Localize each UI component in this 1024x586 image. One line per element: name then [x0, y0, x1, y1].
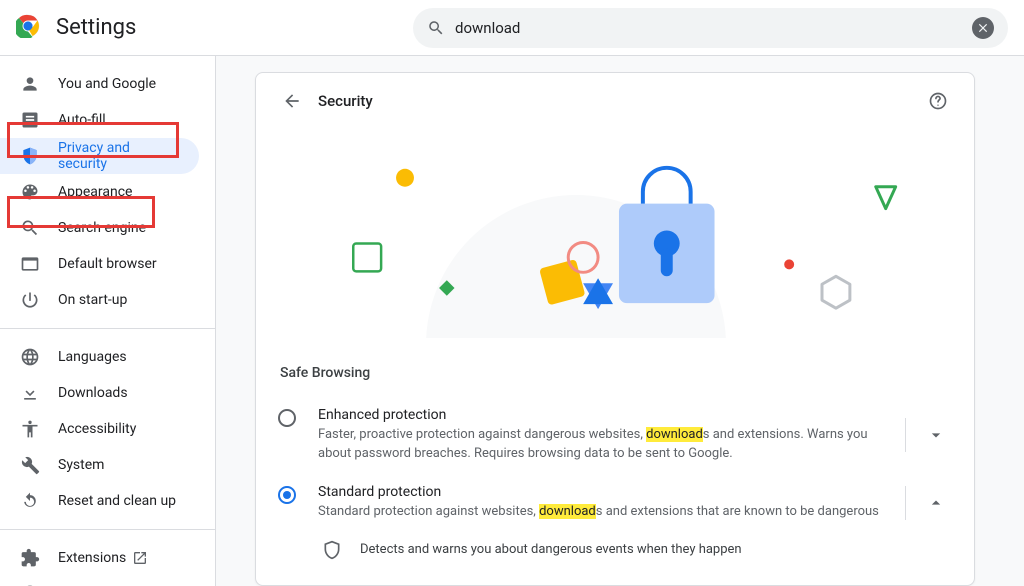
sidebar-item-about-chrome[interactable]: About Chrome	[0, 576, 199, 586]
accessibility-icon	[20, 419, 40, 439]
collapse-button[interactable]	[916, 493, 956, 513]
standard-subline: Detects and warns you about dangerous ev…	[256, 532, 974, 574]
sidebar-item-label: Accessibility	[58, 421, 136, 437]
reset-icon	[20, 491, 40, 511]
page-title: Security	[318, 92, 373, 110]
sidebar-item-label: You and Google	[58, 76, 156, 92]
wrench-icon	[20, 455, 40, 475]
sidebar-item-privacy-security[interactable]: Privacy and security	[0, 138, 199, 174]
shield-outline-icon	[322, 540, 342, 560]
sidebar-item-extensions[interactable]: Extensions	[0, 540, 199, 576]
sidebar-item-label: Extensions	[58, 550, 126, 566]
section-label-safe-browsing: Safe Browsing	[256, 339, 974, 397]
sidebar-item-label: Reset and clean up	[58, 493, 176, 509]
search-icon	[427, 19, 445, 37]
sidebar-item-accessibility[interactable]: Accessibility	[0, 411, 199, 447]
sidebar-item-autofill[interactable]: Auto-fill	[0, 102, 199, 138]
sidebar-item-on-startup[interactable]: On start-up	[0, 282, 199, 318]
sidebar-item-label: Downloads	[58, 385, 128, 401]
search-icon	[20, 218, 40, 238]
extension-icon	[20, 548, 40, 568]
person-icon	[20, 74, 40, 94]
palette-icon	[20, 182, 40, 202]
security-illustration	[256, 129, 974, 339]
option-description: Standard protection against websites, do…	[318, 503, 897, 522]
chrome-logo-icon	[16, 14, 40, 42]
sidebar-item-label: Default browser	[58, 256, 157, 272]
external-link-icon	[132, 550, 148, 566]
autofill-icon	[20, 110, 40, 130]
download-icon	[20, 383, 40, 403]
sidebar-divider	[0, 529, 215, 530]
sidebar-item-languages[interactable]: Languages	[0, 339, 199, 375]
settings-title: Settings	[56, 15, 136, 40]
sidebar-item-label: Languages	[58, 349, 127, 365]
globe-icon	[20, 347, 40, 367]
option-title: Standard protection	[318, 484, 897, 500]
sidebar-item-label: On start-up	[58, 292, 127, 308]
radio-enhanced[interactable]	[278, 409, 296, 427]
sidebar-item-search-engine[interactable]: Search engine	[0, 210, 199, 246]
search-bar[interactable]	[413, 8, 1008, 48]
option-enhanced-protection[interactable]: Enhanced protection Faster, proactive pr…	[256, 397, 974, 474]
sidebar-item-label: System	[58, 457, 104, 473]
sidebar-item-label: Search engine	[58, 220, 146, 236]
back-button[interactable]	[274, 83, 310, 119]
sidebar-item-system[interactable]: System	[0, 447, 199, 483]
sidebar-item-appearance[interactable]: Appearance	[0, 174, 199, 210]
search-input[interactable]	[455, 19, 972, 37]
sidebar-item-label: Privacy and security	[58, 140, 179, 172]
help-button[interactable]	[920, 83, 956, 119]
option-description: Faster, proactive protection against dan…	[318, 426, 897, 464]
browser-icon	[20, 254, 40, 274]
option-standard-protection[interactable]: Standard protection Standard protection …	[256, 474, 974, 532]
radio-standard[interactable]	[278, 486, 296, 504]
option-title: Enhanced protection	[318, 407, 897, 423]
sidebar-item-reset[interactable]: Reset and clean up	[0, 483, 199, 519]
clear-search-button[interactable]	[972, 17, 994, 39]
power-icon	[20, 290, 40, 310]
expand-button[interactable]	[916, 425, 956, 445]
security-card: Security	[255, 72, 975, 586]
sidebar-item-you-and-google[interactable]: You and Google	[0, 66, 199, 102]
sidebar-item-label: Appearance	[58, 184, 132, 200]
sidebar-item-label: Auto-fill	[58, 112, 106, 128]
sidebar-item-default-browser[interactable]: Default browser	[0, 246, 199, 282]
sidebar-divider	[0, 328, 215, 329]
sidebar-item-downloads[interactable]: Downloads	[0, 375, 199, 411]
shield-icon	[20, 146, 40, 166]
